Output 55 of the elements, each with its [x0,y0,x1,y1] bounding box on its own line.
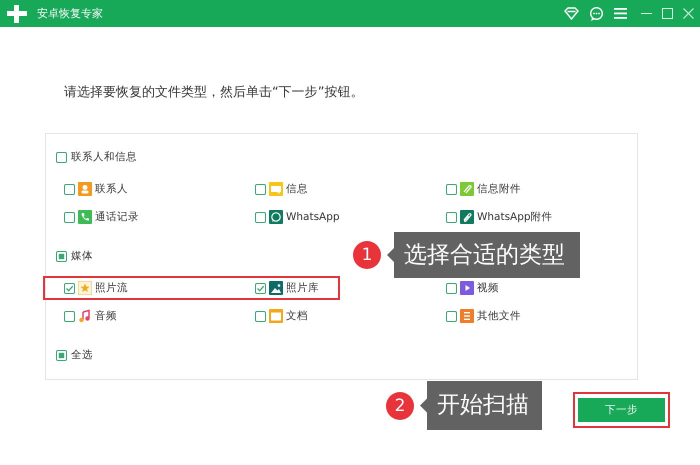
plus-logo-icon [6,4,28,24]
play-icon [460,281,474,295]
checkbox[interactable] [56,350,67,360]
checkbox[interactable] [56,152,67,162]
checkbox[interactable] [255,282,266,294]
file-icon [460,309,474,323]
star-icon [78,281,92,295]
paperclip-icon [460,182,474,196]
group-label: 联系人和信息 [71,150,137,164]
checkbox[interactable] [255,310,266,322]
checkbox[interactable] [64,184,75,194]
diamond-icon[interactable] [564,7,579,20]
step-number-badge: 2 [386,392,414,420]
group-label: 全选 [71,348,93,362]
file-type-label: 视频 [477,281,499,295]
image-icon [269,281,283,295]
speech-bubble-icon [269,210,283,224]
checkbox[interactable] [64,212,75,222]
person-icon [78,182,92,196]
music-note-icon [78,309,92,323]
checkbox[interactable] [446,212,457,222]
checkbox[interactable] [446,184,457,194]
file-type-label: 音频 [95,309,117,323]
checkbox[interactable] [56,250,67,262]
checkbox[interactable] [64,310,75,322]
file-type-label: 文档 [286,309,308,323]
checkbox[interactable] [446,282,457,294]
paperclip-icon [460,210,474,224]
chat-icon [269,182,283,196]
phone-icon [78,210,92,224]
chat-icon[interactable] [589,6,604,20]
file-type-label: 照片流 [95,281,128,295]
checkbox[interactable] [255,212,266,222]
file-type-label: 信息 [286,182,308,196]
callout-bubble: 开始扫描 [420,381,542,430]
window-title: 安卓恢复专家 [37,6,103,21]
checkbox[interactable] [64,282,75,294]
instruction-text: 请选择要恢复的文件类型，然后单击“下一步”按钮。 [64,84,364,101]
maximize-icon[interactable] [662,8,673,19]
file-type-label: WhatsApp附件 [477,210,553,224]
close-icon[interactable] [683,8,694,19]
file-type-label: WhatsApp [286,211,340,223]
file-type-label: 信息附件 [477,182,521,196]
checkbox[interactable] [255,184,266,194]
step-number-badge: 1 [353,241,381,269]
next-button[interactable]: 下一步 [578,398,665,422]
callout-bubble: 选择合适的类型 [387,232,580,278]
folder-icon [269,309,283,323]
group-label: 媒体 [71,249,93,263]
file-type-label: 其他文件 [477,309,521,323]
file-type-label: 通话记录 [95,210,139,224]
checkbox[interactable] [446,310,457,322]
file-type-label: 联系人 [95,182,128,196]
menu-icon[interactable] [614,7,627,20]
file-type-label: 照片库 [286,281,319,295]
